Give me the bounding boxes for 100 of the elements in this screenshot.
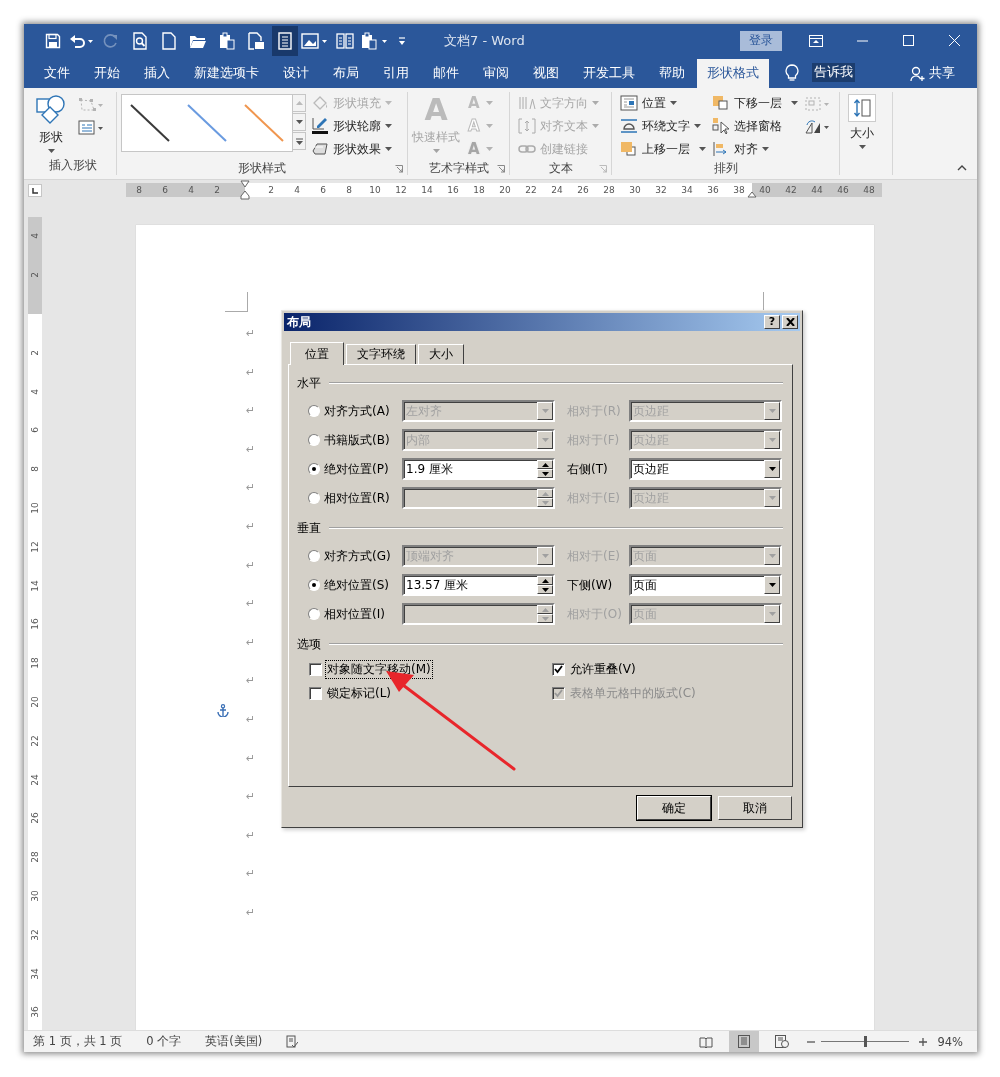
dialog-tab[interactable]: 位置: [290, 342, 344, 365]
group-objects-icon: [804, 96, 830, 112]
dropdown-field[interactable]: 页面: [629, 574, 782, 596]
web-layout-icon: [775, 1035, 790, 1048]
option-label: 绝对位置(S): [324, 576, 390, 594]
indent-marker[interactable]: [240, 180, 250, 200]
checkbox-label: 锁定标记(L): [326, 684, 393, 702]
ruler-number: 36: [30, 1006, 40, 1019]
word-count[interactable]: 0 个字: [146, 1034, 182, 1049]
zoom-level[interactable]: 94%: [937, 1034, 963, 1049]
group-label: 插入形状: [49, 157, 97, 174]
shapes-button[interactable]: 形状: [34, 92, 68, 157]
rotate-button[interactable]: [804, 117, 830, 137]
dialog-tab[interactable]: 大小: [418, 344, 464, 364]
text-box-button[interactable]: [78, 118, 104, 138]
shape-outline-button[interactable]: 形状轮廓: [311, 115, 392, 137]
paragraph-mark: ↵: [246, 711, 256, 728]
checkbox[interactable]: [309, 686, 322, 700]
ruler-number: 42: [784, 184, 798, 197]
ruler-number: 10: [368, 184, 382, 197]
undo-icon: [69, 32, 95, 49]
paragraph-mark: ↵: [246, 596, 256, 613]
ruler-number: 12: [394, 184, 408, 197]
lightbulb-icon[interactable]: [785, 64, 799, 82]
ruler-number: 40: [758, 184, 772, 197]
spinner-field[interactable]: 13.57 厘米: [402, 574, 555, 596]
ruler-number: 28: [30, 851, 40, 863]
dropdown-field[interactable]: 页边距: [629, 458, 782, 480]
ribbon-tab[interactable]: 帮助: [647, 59, 697, 88]
radio-button[interactable]: [308, 463, 320, 475]
position-button[interactable]: 位置: [620, 92, 706, 114]
bring-forward-button[interactable]: 上移一层: [620, 138, 706, 160]
tell-me-field[interactable]: 告诉我: [812, 63, 855, 82]
language-label[interactable]: 英语(美国): [205, 1034, 263, 1049]
collapse-ribbon-icon[interactable]: [957, 165, 967, 171]
ruler-number: 36: [706, 184, 720, 197]
ruler-number: 8: [30, 466, 40, 472]
clipboard-icon: [219, 31, 235, 50]
vertical-ruler[interactable]: 4 2 2 4 6 8 10 12 14 16 18 20 22 24 26 28 30 32 34 36: [28, 217, 42, 1030]
paragraph-mark: ↵: [246, 518, 256, 535]
ruler-number: 30: [628, 184, 642, 197]
ruler-number: 2: [267, 184, 275, 197]
sign-in-button[interactable]: 登录: [740, 30, 782, 51]
option-label: 对齐方式(A): [324, 402, 391, 420]
ribbon-tab[interactable]: 新建选项卡: [182, 59, 271, 88]
ribbon-tab[interactable]: 设计: [271, 59, 321, 88]
selection-pane-icon: [712, 117, 730, 135]
ruler-number: 18: [472, 184, 486, 197]
scroll-down-button[interactable]: [293, 113, 306, 131]
send-backward-button[interactable]: 下移一层: [712, 92, 798, 114]
reading-mode-button[interactable]: [272, 25, 298, 56]
caret-icon: [485, 124, 493, 128]
zoom-in-icon[interactable]: [919, 1037, 928, 1046]
tab-selector[interactable]: [28, 183, 42, 197]
checkbox[interactable]: [309, 662, 322, 676]
proofing-icon[interactable]: [286, 1035, 299, 1048]
zoom-slider-thumb[interactable]: [864, 1036, 868, 1047]
page-count[interactable]: 第 1 页，共 1 页: [33, 1034, 123, 1049]
ribbon-tab[interactable]: 开始: [82, 59, 132, 88]
ruler-number: 32: [30, 929, 40, 941]
spinner-field[interactable]: 1.9 厘米: [402, 458, 555, 480]
align-button[interactable]: 对齐: [712, 138, 798, 160]
shape-effects-button[interactable]: 形状效果: [311, 138, 392, 160]
ribbon-tab[interactable]: 开发工具: [571, 59, 647, 88]
checkbox-label: 表格单元格中的版式(C): [569, 684, 697, 702]
shape-effects-icon: [311, 141, 329, 157]
ribbon-tab[interactable]: 文件: [32, 59, 82, 88]
scroll-up-icon: [295, 101, 303, 105]
ribbon-tab[interactable]: 布局: [321, 59, 371, 88]
anchor-icon: [217, 704, 229, 717]
cancel-button[interactable]: 取消: [718, 796, 792, 820]
ribbon-tab[interactable]: 视图: [521, 59, 571, 88]
print-layout-button[interactable]: [729, 1031, 760, 1052]
dialog-tab[interactable]: 文字环绕: [346, 344, 416, 364]
dialog-close-button[interactable]: [782, 315, 798, 329]
text-direction-icon: [518, 95, 536, 111]
group-label: 形状样式: [238, 160, 286, 177]
ruler-number: 18: [30, 657, 40, 669]
spin-down-icon: [541, 471, 549, 476]
line-style-sample[interactable]: [130, 104, 171, 142]
more-styles-button[interactable]: [293, 132, 306, 150]
ribbon-tab[interactable]: 审阅: [471, 59, 521, 88]
dialog-launcher-icon[interactable]: [395, 165, 403, 173]
ribbon-tab[interactable]: 形状格式: [697, 59, 769, 88]
radio-button[interactable]: [308, 579, 320, 591]
help-button[interactable]: ?: [764, 315, 780, 329]
ribbon-tab[interactable]: 引用: [371, 59, 421, 88]
right-indent-marker[interactable]: [747, 191, 757, 198]
ribbon-tab[interactable]: 插入: [132, 59, 182, 88]
ribbon-tab[interactable]: 邮件: [421, 59, 471, 88]
checkbox[interactable]: [552, 662, 565, 676]
ok-button[interactable]: 确定: [637, 796, 711, 820]
caret-icon: [670, 101, 677, 105]
size-button[interactable]: 大小: [846, 92, 878, 175]
wrap-text-button[interactable]: 环绕文字: [620, 115, 706, 137]
redo-icon: [103, 32, 119, 49]
selection-pane-button[interactable]: 选择窗格: [712, 115, 798, 137]
share-button[interactable]: 共享: [910, 59, 955, 88]
checkbox-label: 允许重叠(V): [569, 660, 637, 678]
dialog-launcher-icon[interactable]: [497, 165, 505, 173]
